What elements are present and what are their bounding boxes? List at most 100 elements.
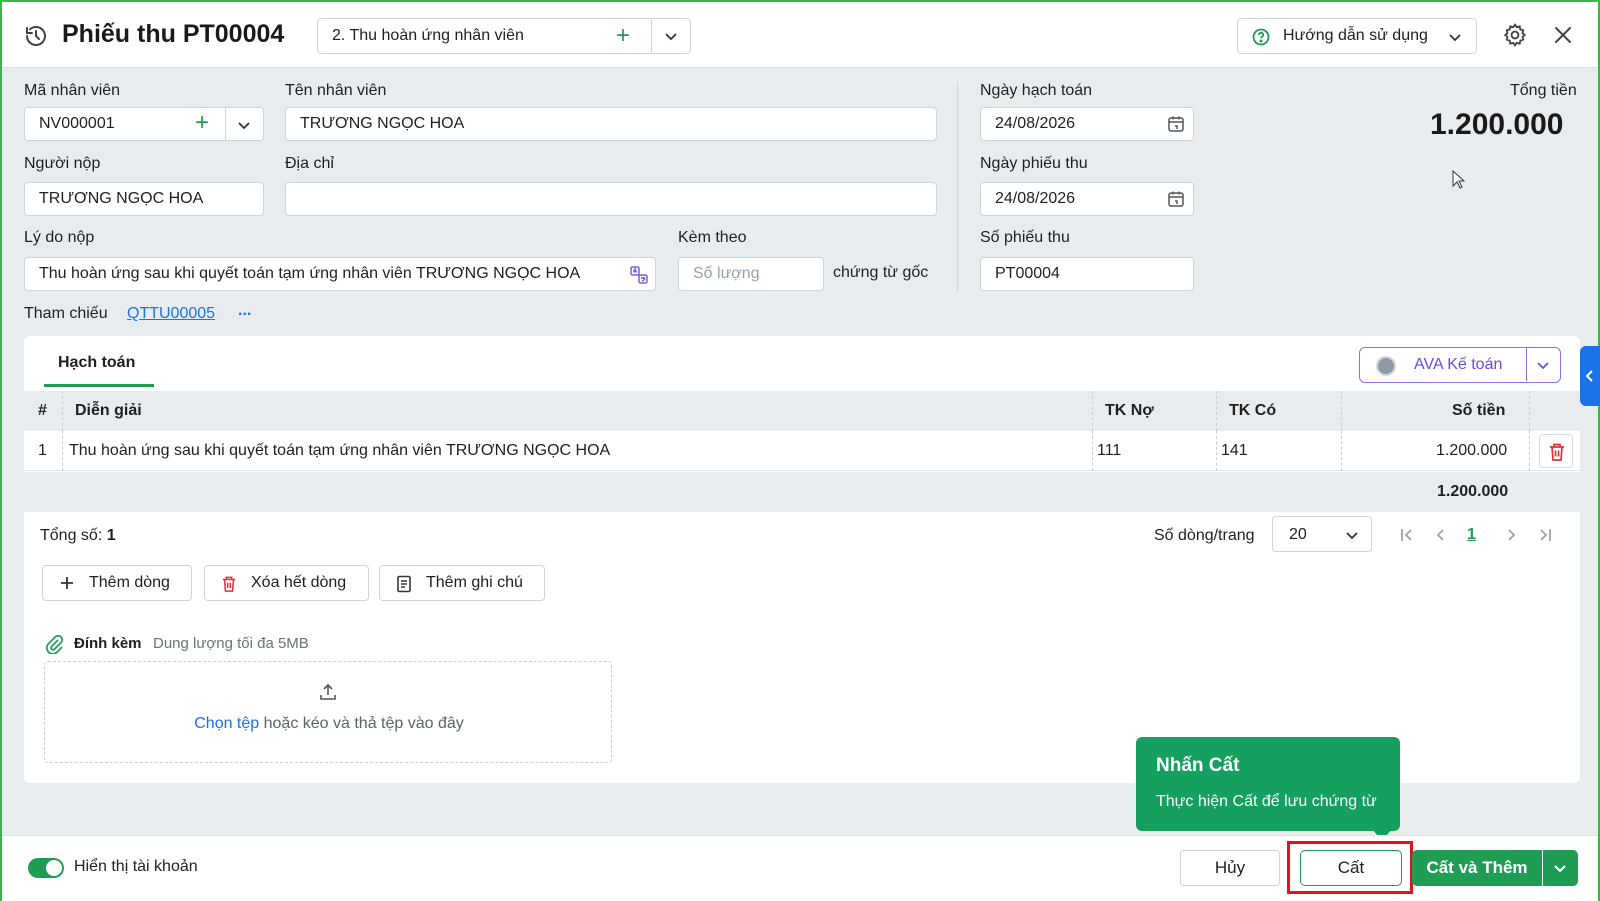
reason-label: Lý do nộp xyxy=(24,229,95,246)
col-debit: TK Nợ xyxy=(1105,402,1154,419)
form-divider xyxy=(957,82,958,292)
employee-code-field[interactable]: NV000001 + xyxy=(24,107,264,141)
choose-file-link[interactable]: Chọn tệp xyxy=(194,715,259,732)
add-row-label: Thêm dòng xyxy=(89,574,170,591)
chevron-down-icon[interactable] xyxy=(237,118,251,132)
row-count-label: Tổng số: xyxy=(40,527,103,544)
chevron-left-icon xyxy=(1585,370,1593,382)
help-button[interactable]: Hướng dẫn sử dụng xyxy=(1237,18,1477,54)
clear-rows-button[interactable]: Xóa hết dòng xyxy=(204,565,369,601)
col-divider xyxy=(1216,431,1217,471)
add-note-button[interactable]: Thêm ghi chú xyxy=(379,565,545,601)
plus-icon xyxy=(61,577,73,589)
add-employee-icon[interactable]: + xyxy=(195,109,209,137)
chevron-down-icon xyxy=(1346,532,1358,540)
paperclip-icon xyxy=(46,634,64,654)
save-options-button[interactable] xyxy=(1543,850,1578,886)
receipt-date-value: 24/08/2026 xyxy=(995,190,1076,207)
tab-accounting[interactable]: Hạch toán xyxy=(58,354,135,372)
address-field[interactable] xyxy=(285,182,937,216)
total-label: Tổng tiền xyxy=(1510,82,1577,99)
attach-label: Đính kèm xyxy=(74,635,142,652)
ava-accounting-button[interactable]: AVA Kế toán xyxy=(1359,347,1561,383)
attached-count-field[interactable]: Số lượng xyxy=(678,257,824,291)
show-account-label: Hiển thị tài khoản xyxy=(74,858,198,875)
button-divider xyxy=(1526,348,1527,381)
close-icon[interactable] xyxy=(1552,24,1574,46)
guide-tooltip: Nhấn Cất Thực hiện Cất để lưu chứng từ xyxy=(1136,737,1400,841)
avatar xyxy=(1376,356,1396,376)
col-divider xyxy=(1529,431,1530,471)
attached-count-placeholder: Số lượng xyxy=(693,265,760,282)
tooltip-text: Thực hiện Cất để lưu chứng từ xyxy=(1156,793,1377,810)
payer-field[interactable]: TRƯƠNG NGỌC HOA xyxy=(24,182,264,216)
receipt-no-field[interactable]: PT00004 xyxy=(980,257,1194,291)
col-divider xyxy=(1341,431,1342,471)
next-page-icon[interactable] xyxy=(1502,526,1520,544)
col-divider xyxy=(1216,391,1217,431)
col-amount: Số tiền xyxy=(1452,402,1506,419)
receipt-date-label: Ngày phiếu thu xyxy=(980,155,1088,172)
cancel-button[interactable]: Hủy xyxy=(1180,850,1280,886)
add-row-button[interactable]: Thêm dòng xyxy=(42,565,192,601)
current-page-link[interactable]: 1 xyxy=(1467,526,1476,544)
chevron-down-icon[interactable] xyxy=(664,29,678,43)
chevron-down-icon[interactable] xyxy=(1536,358,1550,372)
accounting-panel: Hạch toán AVA Kế toán # Diễn giải TK Nợ … xyxy=(24,336,1580,783)
row-debit-account[interactable]: 111 xyxy=(1097,442,1121,460)
first-page-icon[interactable] xyxy=(1398,526,1416,544)
employee-code-value: NV000001 xyxy=(39,115,115,132)
tab-active-indicator xyxy=(44,384,154,387)
table-row[interactable]: 1 Thu hoàn ứng sau khi quyết toán tạm ứn… xyxy=(24,431,1580,471)
mouse-cursor-icon xyxy=(1452,170,1466,189)
receipt-no-value: PT00004 xyxy=(995,265,1060,282)
last-page-icon[interactable] xyxy=(1536,526,1554,544)
rows-per-page-label: Số dòng/trang xyxy=(1154,527,1255,544)
clear-rows-label: Xóa hết dòng xyxy=(251,574,347,591)
row-description[interactable]: Thu hoàn ứng sau khi quyết toán tạm ứng … xyxy=(69,442,610,460)
posting-date-field[interactable]: 24/08/2026 xyxy=(980,107,1194,141)
sum-amount: 1.200.000 xyxy=(1437,483,1509,500)
row-credit-account[interactable]: 141 xyxy=(1221,442,1248,460)
rows-per-page-select[interactable]: 20 xyxy=(1272,516,1372,552)
reference-more-button[interactable]: ... xyxy=(238,302,251,320)
receipt-date-field[interactable]: 24/08/2026 xyxy=(980,182,1194,216)
reason-field[interactable]: Thu hoàn ứng sau khi quyết toán tạm ứng … xyxy=(24,257,656,291)
show-account-toggle[interactable] xyxy=(28,858,64,878)
save-and-add-button[interactable]: Cất và Thêm xyxy=(1412,850,1542,886)
tooltip-title: Nhấn Cất xyxy=(1156,755,1240,776)
row-index: 1 xyxy=(38,442,47,459)
translate-icon[interactable] xyxy=(629,265,649,285)
voucher-type-select[interactable]: 2. Thu hoàn ứng nhân viên + xyxy=(317,18,691,54)
side-panel-toggle[interactable] xyxy=(1580,346,1600,406)
upload-icon xyxy=(320,683,336,700)
calendar-icon[interactable] xyxy=(1167,115,1185,133)
history-icon[interactable] xyxy=(24,24,48,48)
toggle-knob xyxy=(46,860,62,876)
reference-link[interactable]: QTTU00005 xyxy=(127,305,215,323)
prev-page-icon[interactable] xyxy=(1432,526,1450,544)
footer-bar: Hiển thị tài khoản Hủy Cất Cất và Thêm xyxy=(2,835,1598,901)
address-label: Địa chỉ xyxy=(285,155,334,172)
delete-row-button[interactable] xyxy=(1539,434,1573,468)
grid-summary: 1.200.000 xyxy=(24,472,1580,512)
col-divider xyxy=(1529,391,1530,431)
payer-value: TRƯƠNG NGỌC HOA xyxy=(39,190,204,207)
employee-name-label: Tên nhân viên xyxy=(285,82,387,99)
add-note-label: Thêm ghi chú xyxy=(426,574,523,591)
add-type-icon[interactable]: + xyxy=(616,22,630,50)
employee-name-field[interactable]: TRƯƠNG NGỌC HOA xyxy=(285,107,937,141)
page-title: Phiếu thu PT00004 xyxy=(62,20,285,48)
save-button[interactable]: Cất xyxy=(1300,850,1402,886)
gear-icon[interactable] xyxy=(1502,22,1528,48)
rows-per-page-value: 20 xyxy=(1289,526,1307,543)
trash-icon xyxy=(222,576,236,592)
file-dropzone[interactable]: Chọn tệp hoặc kéo và thả tệp vào đây xyxy=(44,661,612,763)
row-amount[interactable]: 1.200.000 xyxy=(1436,442,1507,460)
ava-label: AVA Kế toán xyxy=(1414,356,1503,373)
voucher-window: Phiếu thu PT00004 2. Thu hoàn ứng nhân v… xyxy=(0,0,1600,901)
dropzone-text: Chọn tệp hoặc kéo và thả tệp vào đây xyxy=(45,715,613,733)
payer-label: Người nộp xyxy=(24,155,101,172)
calendar-icon[interactable] xyxy=(1167,190,1185,208)
help-label: Hướng dẫn sử dụng xyxy=(1283,27,1428,44)
